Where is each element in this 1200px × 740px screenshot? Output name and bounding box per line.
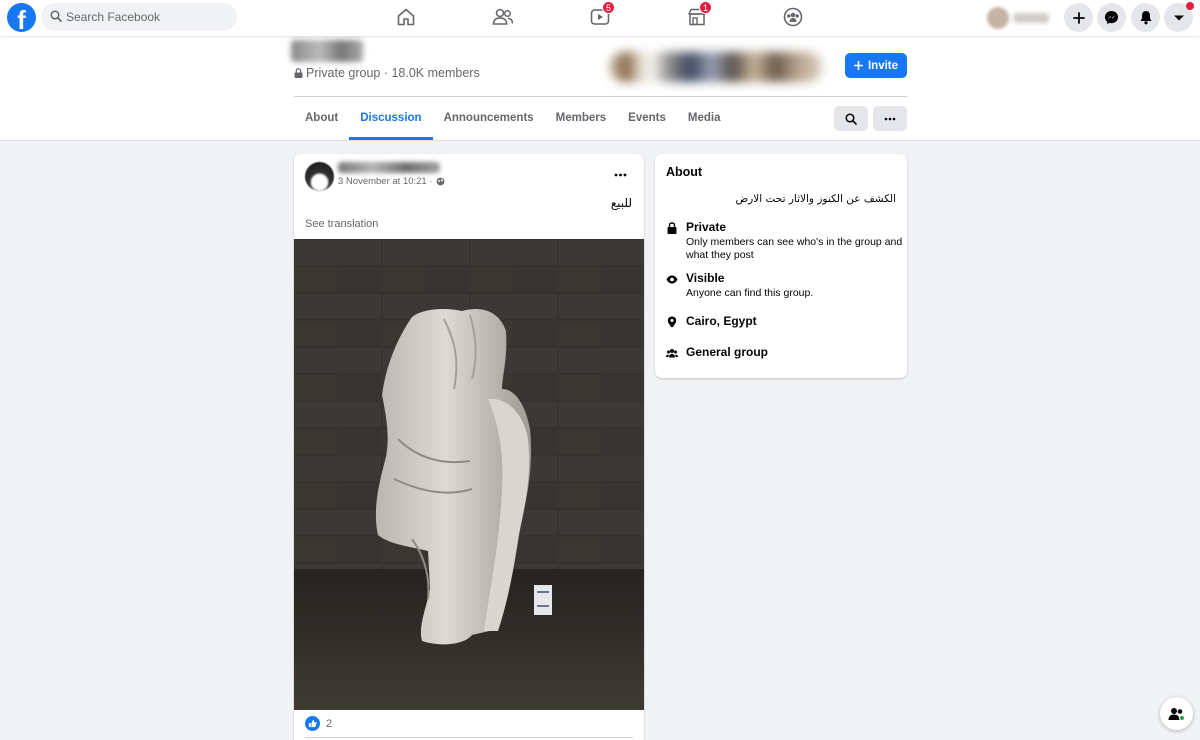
groups-icon — [783, 7, 803, 27]
member-avatars-blurred[interactable] — [610, 52, 822, 82]
bell-icon — [1140, 11, 1151, 25]
search-icon — [845, 112, 857, 125]
tab-members[interactable]: Members — [545, 98, 618, 140]
search-box[interactable] — [41, 3, 237, 31]
profile-name-blurred — [1013, 13, 1049, 23]
messenger-icon — [1104, 10, 1119, 25]
nav-tab-home[interactable] — [393, 5, 419, 29]
profile-shortcut[interactable] — [985, 5, 1055, 31]
post-author-blurred[interactable] — [338, 162, 440, 173]
group-name-blurred[interactable] — [291, 40, 363, 62]
post-more-button[interactable] — [608, 166, 632, 184]
plus-icon — [853, 61, 863, 70]
nav-tab-groups[interactable] — [780, 5, 806, 29]
about-item-title: Private — [686, 220, 727, 234]
group-header: Private group · 18.0K members Invite Abo… — [0, 36, 1200, 141]
globe-icon — [436, 177, 444, 186]
tab-media[interactable]: Media — [677, 98, 732, 140]
statue-photo — [294, 239, 644, 710]
about-item-title: Cairo, Egypt — [686, 314, 757, 328]
invite-label: Invite — [867, 59, 899, 72]
plus-icon — [1072, 11, 1085, 24]
post-photo[interactable] — [294, 239, 644, 710]
post-meta: 3 November at 10:21 · — [338, 176, 445, 187]
post-text: للبيع — [610, 196, 632, 210]
about-title: About — [666, 165, 703, 179]
avatar — [987, 7, 1009, 29]
about-card: About الكشف عن الكنوز والاثار تحت الارض … — [655, 154, 907, 378]
eye-icon — [666, 275, 678, 283]
floating-contacts-button[interactable] — [1160, 697, 1193, 730]
header-divider — [294, 96, 907, 97]
about-item-title: General group — [686, 345, 769, 359]
notifications-button[interactable] — [1131, 3, 1160, 32]
tab-announcements[interactable]: Announcements — [433, 98, 545, 140]
about-item-title: Visible — [686, 271, 725, 285]
watch-badge: 5 — [602, 1, 616, 14]
post-reactions[interactable]: 2 — [305, 716, 332, 731]
search-input[interactable] — [66, 7, 226, 27]
about-item-subtitle: Only members can see who's in the group … — [686, 236, 903, 261]
messenger-button[interactable] — [1097, 3, 1126, 32]
home-icon — [397, 8, 415, 26]
account-menu-button[interactable] — [1164, 2, 1194, 32]
notification-dot — [1186, 2, 1194, 10]
tab-discussion[interactable]: Discussion — [349, 98, 433, 140]
tab-events[interactable]: Events — [617, 98, 677, 140]
post-divider — [305, 737, 633, 738]
search-icon — [50, 10, 62, 22]
reaction-count: 2 — [326, 717, 333, 730]
people-icon — [666, 349, 678, 358]
marketplace-badge: 1 — [699, 1, 713, 14]
top-navigation-bar: f 5 1 — [0, 0, 1200, 36]
tab-about[interactable]: About — [294, 98, 349, 140]
lock-icon — [667, 222, 677, 234]
invite-button[interactable]: Invite — [845, 53, 907, 78]
group-more-button[interactable] — [873, 106, 907, 131]
avatar[interactable] — [305, 162, 334, 191]
about-item-subtitle: Anyone can find this group. — [686, 287, 814, 299]
group-tabs: About Discussion Announcements Members E… — [294, 98, 731, 140]
people-plus-icon — [1168, 707, 1185, 721]
group-privacy-label: Private group · 18.0K members — [306, 66, 480, 80]
facebook-logo[interactable]: f — [7, 3, 36, 32]
friends-icon — [492, 8, 514, 25]
nav-tab-marketplace[interactable]: 1 — [684, 1, 713, 29]
nav-tab-friends[interactable] — [490, 5, 516, 29]
group-search-button[interactable] — [834, 106, 868, 131]
dropdown-icon — [1173, 15, 1184, 20]
see-translation-link[interactable]: See translation — [305, 218, 378, 230]
nav-tab-watch[interactable]: 5 — [587, 1, 616, 29]
location-pin-icon — [667, 316, 677, 328]
lock-icon — [294, 68, 303, 78]
like-reaction-icon — [305, 716, 320, 731]
about-description: الكشف عن الكنوز والاثار تحت الارض — [735, 193, 896, 205]
post-timestamp[interactable]: 3 November at 10:21 · — [338, 176, 433, 187]
group-privacy-info: Private group · 18.0K members — [294, 66, 480, 80]
post-card: 3 November at 10:21 · للبيع See translat… — [294, 154, 644, 740]
more-icon — [614, 173, 626, 177]
create-button[interactable] — [1064, 3, 1093, 32]
more-icon — [884, 117, 896, 120]
